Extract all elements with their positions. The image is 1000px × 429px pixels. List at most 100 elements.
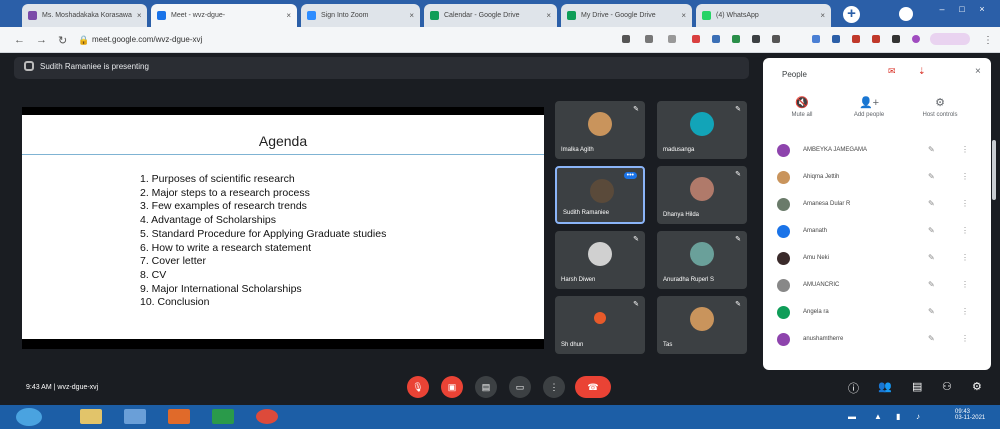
close-tab-icon[interactable]: × bbox=[820, 11, 825, 20]
profile-pill[interactable] bbox=[930, 33, 970, 45]
chrome-icon[interactable] bbox=[256, 409, 278, 424]
mic-muted-icon[interactable]: ✎ bbox=[928, 145, 935, 154]
more-options-icon[interactable]: ⋮ bbox=[961, 226, 969, 235]
browser-menu-icon[interactable]: ⋮ bbox=[983, 35, 993, 46]
extension-icon[interactable] bbox=[852, 35, 860, 43]
browser-tab[interactable]: Meet - wvz-dgue- × bbox=[151, 4, 297, 27]
extension-icon[interactable] bbox=[812, 35, 820, 43]
mail-icon[interactable]: ✉ bbox=[888, 66, 896, 77]
people-icon[interactable]: 👥 bbox=[878, 380, 892, 393]
close-tab-icon[interactable]: × bbox=[409, 11, 414, 20]
participant-list-item[interactable]: AMBEYKA JAMEGAMA ✎ ⋮ bbox=[775, 140, 975, 162]
more-options-icon[interactable]: ⋮ bbox=[961, 199, 969, 208]
participant-list-item[interactable]: anushamtherre ✎ ⋮ bbox=[775, 329, 975, 351]
add-people-button[interactable]: 👤+ Add people bbox=[839, 96, 899, 118]
more-options-button[interactable]: ⋮ bbox=[543, 376, 565, 398]
file-explorer-icon[interactable] bbox=[80, 409, 102, 424]
reload-icon[interactable]: ↻ bbox=[58, 34, 67, 47]
participant-list-item[interactable]: Amanesa Dular R ✎ ⋮ bbox=[775, 194, 975, 216]
new-tab-button[interactable]: + bbox=[843, 6, 860, 23]
browser-tab[interactable]: Sign Into Zoom × bbox=[301, 4, 420, 27]
close-tab-icon[interactable]: × bbox=[137, 11, 142, 20]
participant-tile[interactable]: ✎ Dhanya Hilda bbox=[657, 166, 747, 224]
mute-all-button[interactable]: 🔇 Mute all bbox=[772, 96, 832, 118]
extension-icon[interactable] bbox=[872, 35, 880, 43]
start-button[interactable] bbox=[16, 408, 42, 426]
show-hidden-icons[interactable]: ▲ bbox=[874, 412, 882, 421]
mic-muted-icon[interactable]: ✎ bbox=[928, 334, 935, 343]
agenda-item: 3. Few examples of research trends bbox=[140, 200, 307, 213]
camera-indicator-icon[interactable] bbox=[622, 35, 630, 43]
leave-call-button[interactable]: ☎ bbox=[575, 376, 611, 398]
participant-list-item[interactable]: Amanath ✎ ⋮ bbox=[775, 221, 975, 243]
present-button[interactable]: ▭ bbox=[509, 376, 531, 398]
url-field[interactable]: meet.google.com/wvz-dgue-xvj bbox=[92, 31, 612, 48]
close-tab-icon[interactable]: × bbox=[546, 11, 551, 20]
tab-title: Meet - wvz-dgue- bbox=[171, 12, 226, 19]
mic-muted-icon[interactable]: ✎ bbox=[928, 307, 935, 316]
participant-list-item[interactable]: Ahiqma Jettih ✎ ⋮ bbox=[775, 167, 975, 189]
minimize-button[interactable]: – bbox=[935, 4, 949, 14]
participant-tile[interactable]: ✎ Sh dhun bbox=[555, 296, 645, 354]
more-options-icon[interactable]: ⋮ bbox=[961, 145, 969, 154]
more-options-icon[interactable]: ⋮ bbox=[961, 307, 969, 316]
browser-tab[interactable]: My Drive - Google Drive × bbox=[561, 4, 692, 27]
mic-muted-icon[interactable]: ✎ bbox=[928, 226, 935, 235]
forward-icon[interactable]: → bbox=[36, 34, 47, 46]
browser-tab[interactable]: Calendar - Google Drive × bbox=[424, 4, 557, 27]
browser-tab[interactable]: Ms. Moshadakaka Korasawa × bbox=[22, 4, 147, 27]
participant-tile-speaking[interactable]: ••• Sudith Ramaniee bbox=[555, 166, 645, 224]
extension-icon[interactable] bbox=[832, 35, 840, 43]
tab-title: My Drive - Google Drive bbox=[581, 12, 656, 19]
more-options-icon[interactable]: ⋮ bbox=[961, 280, 969, 289]
close-tab-icon[interactable]: × bbox=[286, 11, 291, 20]
close-window-button[interactable]: × bbox=[975, 4, 989, 14]
participant-tile[interactable]: ✎ madusanga bbox=[657, 101, 747, 159]
activities-icon[interactable]: ⚇ bbox=[942, 380, 952, 393]
participant-list-item[interactable]: Amu Neki ✎ ⋮ bbox=[775, 248, 975, 270]
close-icon[interactable]: × bbox=[975, 66, 981, 77]
back-icon[interactable]: ← bbox=[14, 34, 25, 46]
panel-scrollbar[interactable] bbox=[992, 140, 996, 200]
maximize-button[interactable]: □ bbox=[955, 4, 969, 14]
participant-tile[interactable]: ✎ Imalka Agith bbox=[555, 101, 645, 159]
meeting-details-icon[interactable]: ⓘ bbox=[848, 380, 859, 396]
chat-icon[interactable]: ▤ bbox=[912, 380, 922, 393]
participant-list-item[interactable]: Angela ra ✎ ⋮ bbox=[775, 302, 975, 324]
extension-icon[interactable] bbox=[712, 35, 720, 43]
host-controls-icon[interactable]: ⚙ bbox=[972, 380, 982, 393]
account-avatar[interactable] bbox=[912, 35, 920, 43]
extension-icon[interactable] bbox=[692, 35, 700, 43]
close-tab-icon[interactable]: × bbox=[681, 11, 686, 20]
participant-list-item[interactable]: AMUANCRIC ✎ ⋮ bbox=[775, 275, 975, 297]
taskbar-clock[interactable]: 09:43 03-11-2021 bbox=[955, 409, 985, 421]
more-options-icon[interactable]: ⋮ bbox=[961, 172, 969, 181]
bookmark-star-icon[interactable] bbox=[668, 35, 676, 43]
browser-tab[interactable]: (4) WhatsApp × bbox=[696, 4, 831, 27]
media-player-icon[interactable] bbox=[124, 409, 146, 424]
extension-icon[interactable] bbox=[892, 35, 900, 43]
network-icon[interactable]: ▮ bbox=[896, 412, 900, 421]
action-center-icon[interactable]: ▬ bbox=[848, 412, 856, 421]
mic-muted-icon[interactable]: ✎ bbox=[928, 172, 935, 181]
profile-avatar[interactable] bbox=[899, 7, 913, 21]
more-options-icon[interactable]: ⋮ bbox=[961, 253, 969, 262]
mic-button[interactable]: 🎙 bbox=[407, 376, 429, 398]
captions-button[interactable]: ▤ bbox=[475, 376, 497, 398]
app-icon[interactable] bbox=[212, 409, 234, 424]
participant-tile[interactable]: ✎ Harsh Diwen bbox=[555, 231, 645, 289]
host-controls-button[interactable]: ⚙ Host controls bbox=[910, 96, 970, 118]
mic-muted-icon[interactable]: ✎ bbox=[928, 199, 935, 208]
camera-button[interactable]: ▣ bbox=[441, 376, 463, 398]
volume-icon[interactable]: ♪ bbox=[916, 412, 920, 421]
mic-muted-icon[interactable]: ✎ bbox=[928, 280, 935, 289]
more-options-icon[interactable]: ⋮ bbox=[961, 334, 969, 343]
extension-icon[interactable] bbox=[772, 35, 780, 43]
extension-icon[interactable] bbox=[752, 35, 760, 43]
participant-tile[interactable]: ✎ Anuradha Ruperl S bbox=[657, 231, 747, 289]
zoom-icon[interactable] bbox=[645, 35, 653, 43]
participant-tile[interactable]: ✎ Tas bbox=[657, 296, 747, 354]
mic-muted-icon[interactable]: ✎ bbox=[928, 253, 935, 262]
firefox-icon[interactable] bbox=[168, 409, 190, 424]
extension-icon[interactable] bbox=[732, 35, 740, 43]
